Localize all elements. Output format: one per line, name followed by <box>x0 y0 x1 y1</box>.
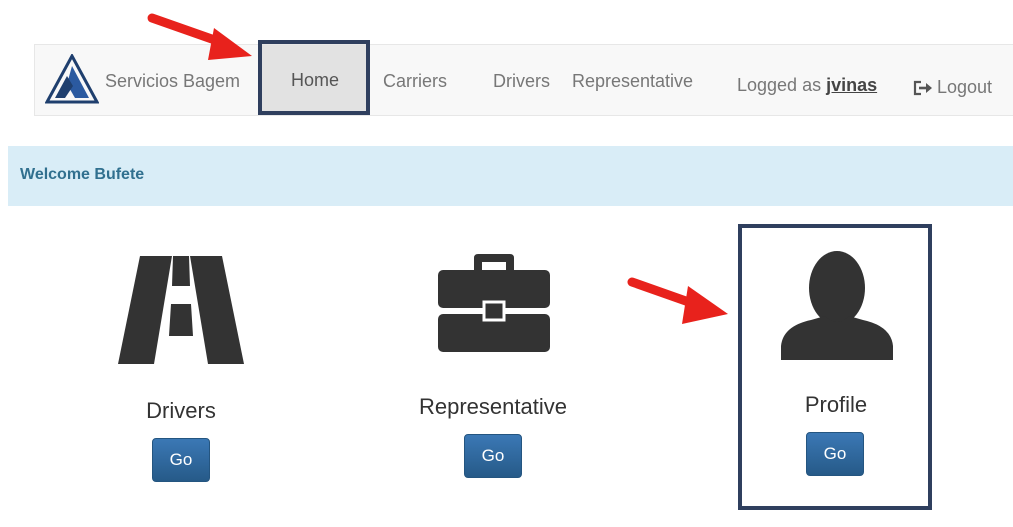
tile-profile-label: Profile <box>804 392 868 417</box>
logged-in-status: Logged as jvinas <box>737 75 877 96</box>
nav-carriers[interactable]: Carriers <box>383 71 447 92</box>
home-highlight-box <box>258 40 370 115</box>
user-icon <box>781 251 893 360</box>
brand-name[interactable]: Servicios Bagem <box>105 71 240 92</box>
logout-link[interactable]: Logout <box>913 77 992 98</box>
logout-label: Logout <box>937 77 993 97</box>
briefcase-icon <box>438 254 550 352</box>
arrow-home-icon <box>147 13 252 60</box>
welcome-banner: Welcome Bufete <box>8 146 1013 206</box>
welcome-text: Welcome Bufete <box>20 166 145 183</box>
profile-go-button[interactable]: Go <box>806 432 864 476</box>
nav-representative[interactable]: Representative <box>572 71 693 92</box>
logout-icon <box>913 80 932 95</box>
username-link[interactable]: jvinas <box>826 75 877 95</box>
drivers-go-button[interactable]: Go <box>152 438 210 482</box>
arrow-profile-icon <box>627 277 728 324</box>
nav-drivers[interactable]: Drivers <box>493 71 550 92</box>
logo-icon <box>45 54 99 104</box>
logged-prefix: Logged as <box>737 75 822 95</box>
road-icon <box>118 256 244 364</box>
representative-go-button[interactable]: Go <box>464 434 522 478</box>
tile-drivers-label: Drivers <box>146 398 216 423</box>
tile-representative-label: Representative <box>419 394 567 419</box>
brand-logo[interactable] <box>45 54 99 106</box>
